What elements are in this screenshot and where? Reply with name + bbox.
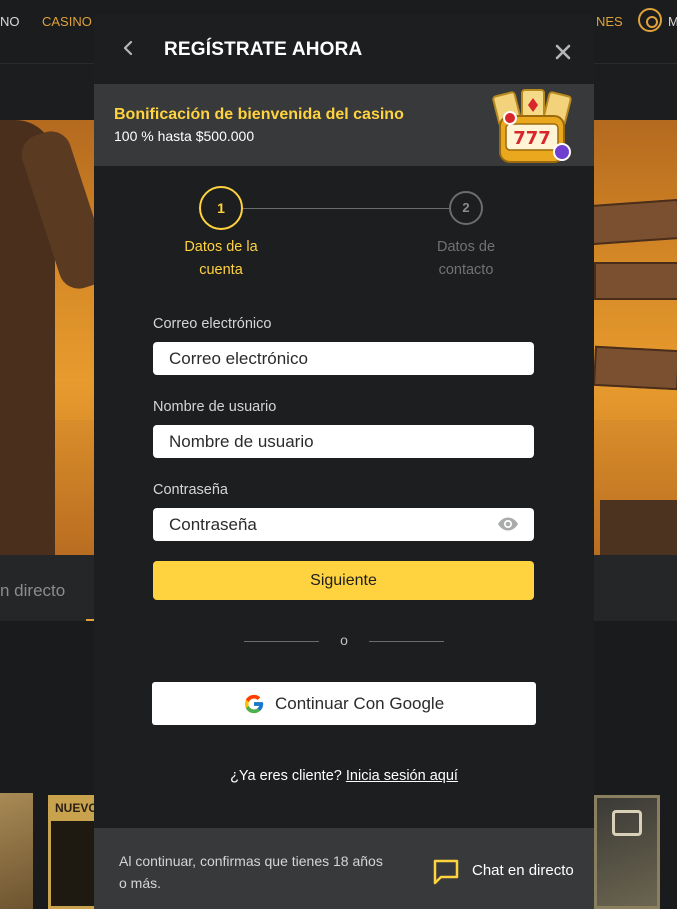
bonus-subtitle: 100 % hasta $500.000 [114,128,255,144]
show-password-icon[interactable] [497,517,519,531]
tab-live[interactable]: n directo [0,581,65,601]
modal-footer: Al continuar, confirmas que tienes 18 añ… [94,828,594,909]
divider-line [244,641,319,642]
login-prompt: ¿Ya eres cliente? Inicia sesión aquí [94,768,594,784]
username-label: Nombre de usuario [153,399,277,415]
stepper-line [243,208,449,209]
chat-icon[interactable] [432,858,460,886]
next-button[interactable]: Siguiente [153,561,534,600]
banner-signpost [594,262,677,300]
login-link[interactable]: Inicia sesión aquí [346,768,458,784]
google-button-label: Continuar Con Google [275,694,445,713]
target-icon[interactable] [638,8,662,32]
banner-post [600,500,677,555]
game-card[interactable] [0,793,33,909]
slot-machine-icon: 777 [492,89,572,163]
login-prompt-text: ¿Ya eres cliente? [230,768,346,784]
new-badge: NUEVO [48,795,98,821]
nav-item-missions[interactable]: M [668,14,677,29]
divider-line [369,641,444,642]
nav-item-promotions[interactable]: NES [596,14,623,29]
age-disclaimer: Al continuar, confirmas que tienes 18 añ… [119,853,383,891]
modal-title: REGÍSTRATE AHORA [164,39,363,60]
password-field[interactable] [153,508,534,541]
or-divider-text: o [340,632,348,648]
back-arrow-icon[interactable] [120,40,136,56]
nav-item-casino[interactable]: CASINO [42,14,92,29]
banner-signpost [588,198,677,246]
nav-item-casino-prefix[interactable]: NO [0,14,20,29]
email-label: Correo electrónico [153,316,272,332]
password-label: Contraseña [153,482,228,498]
banner-signpost [593,345,677,391]
modal-header: REGÍSTRATE AHORA [94,14,594,84]
bonus-banner: Bonificación de bienvenida del casino 10… [94,84,594,166]
close-icon[interactable] [554,43,572,61]
step-2-indicator: 2 [449,191,483,225]
bonus-title: Bonificación de bienvenida del casino [114,106,404,123]
live-chat-link[interactable]: Chat en directo [472,862,574,879]
email-field[interactable] [153,342,534,375]
step-1-label: Datos de la cuenta [184,239,258,278]
register-modal: REGÍSTRATE AHORA Bonificación de bienven… [94,14,594,909]
step-1-indicator: 1 [199,186,243,230]
crown-icon [612,810,642,836]
google-signin-button[interactable]: Continuar Con Google [152,682,536,725]
svg-text:777: 777 [513,128,551,149]
google-icon [244,694,264,714]
step-2-label: Datos de contacto [436,239,496,278]
username-field[interactable] [153,425,534,458]
